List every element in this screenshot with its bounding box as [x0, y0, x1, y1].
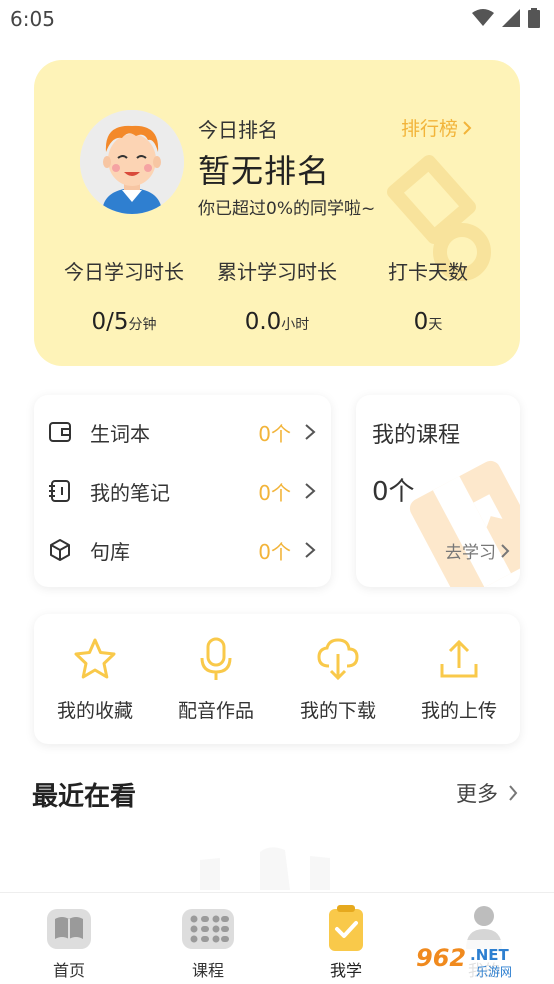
stat-label: 打卡天数: [388, 260, 468, 284]
chevron-right-icon: [305, 542, 316, 558]
microphone-icon: [200, 637, 232, 680]
wallet-icon: [49, 422, 71, 442]
go-study-link[interactable]: 去学习: [445, 538, 510, 563]
action-downloads[interactable]: 我的下载: [277, 636, 399, 723]
cloud-download-icon: [317, 638, 359, 681]
chevron-right-icon: [463, 120, 472, 135]
site-watermark-logo: 962 .NET 乐游网: [410, 940, 546, 979]
rank-description: 你已超过0%的同学啦~: [198, 199, 376, 219]
leaderboard-link[interactable]: 排行榜: [401, 114, 472, 141]
action-dubbing-works[interactable]: 配音作品: [155, 636, 277, 723]
stat-value: 0天: [413, 309, 443, 335]
star-icon: [74, 638, 116, 679]
more-link[interactable]: 更多: [456, 778, 518, 808]
notebook-icon: [49, 480, 70, 502]
nav-tab-home[interactable]: 首页: [19, 903, 119, 981]
leaderboard-label: 排行榜: [400, 118, 458, 140]
stat-label: 今日学习时长: [64, 260, 184, 284]
cube-icon: [50, 539, 70, 561]
svg-text:乐游网: 乐游网: [476, 965, 512, 979]
stat-label: 累计学习时长: [217, 260, 337, 284]
my-courses-card[interactable]: 我的课程 0个 去学习: [356, 395, 520, 587]
chevron-right-icon: [501, 543, 510, 558]
empty-state-illustration: [200, 847, 330, 890]
chevron-right-icon: [509, 785, 518, 801]
rank-value: 暂无排名: [198, 152, 331, 190]
battery-icon: [528, 8, 540, 28]
avatar-face-icon: [80, 110, 184, 214]
stat-value: 0/5分钟: [91, 309, 157, 335]
study-list-card: 生词本 0个 我的笔记 0个 句库 0个: [34, 395, 331, 587]
wifi-icon: [472, 9, 494, 26]
list-item-sentence-bank[interactable]: 句库 0个: [34, 521, 331, 579]
book-icon: [47, 909, 91, 949]
status-bar: 6:05: [0, 0, 554, 38]
nav-tab-courses[interactable]: 课程: [158, 903, 258, 981]
stat-value: 0.0小时: [244, 309, 310, 335]
svg-text:.NET: .NET: [470, 946, 509, 964]
signal-icon: [502, 9, 520, 27]
stat-checkin-days: 打卡天数 0天: [348, 256, 508, 335]
quick-actions-card: 我的收藏 配音作品 我的下载 我的上传: [34, 614, 520, 744]
stat-total-study-time: 累计学习时长 0.0小时: [197, 256, 357, 335]
chevron-right-icon: [305, 483, 316, 499]
chevron-right-icon: [305, 424, 316, 440]
clipboard-check-icon: [329, 905, 363, 951]
action-uploads[interactable]: 我的上传: [398, 636, 520, 723]
avatar[interactable]: [80, 110, 184, 214]
rank-label: 今日排名: [198, 118, 278, 142]
list-item-notes[interactable]: 我的笔记 0个: [34, 462, 331, 520]
upload-icon: [440, 639, 478, 678]
stat-today-study-time: 今日学习时长 0/5分钟: [44, 256, 204, 335]
course-count: 0个: [372, 477, 415, 507]
svg-text:962: 962: [416, 944, 466, 972]
status-time: 6:05: [10, 7, 55, 31]
nav-tab-my-study[interactable]: 我学: [296, 903, 396, 981]
recent-section-title: 最近在看: [32, 782, 137, 812]
rank-card: 今日排名 暂无排名 你已超过0%的同学啦~ 排行榜 今日学习时长 0/5分钟 累…: [34, 60, 520, 366]
book-icon: [409, 460, 520, 587]
course-title: 我的课程: [372, 423, 461, 448]
status-icons: [472, 8, 540, 28]
grid-icon: [182, 909, 234, 949]
list-item-vocabulary[interactable]: 生词本 0个: [34, 403, 331, 461]
action-favorites[interactable]: 我的收藏: [34, 636, 156, 723]
